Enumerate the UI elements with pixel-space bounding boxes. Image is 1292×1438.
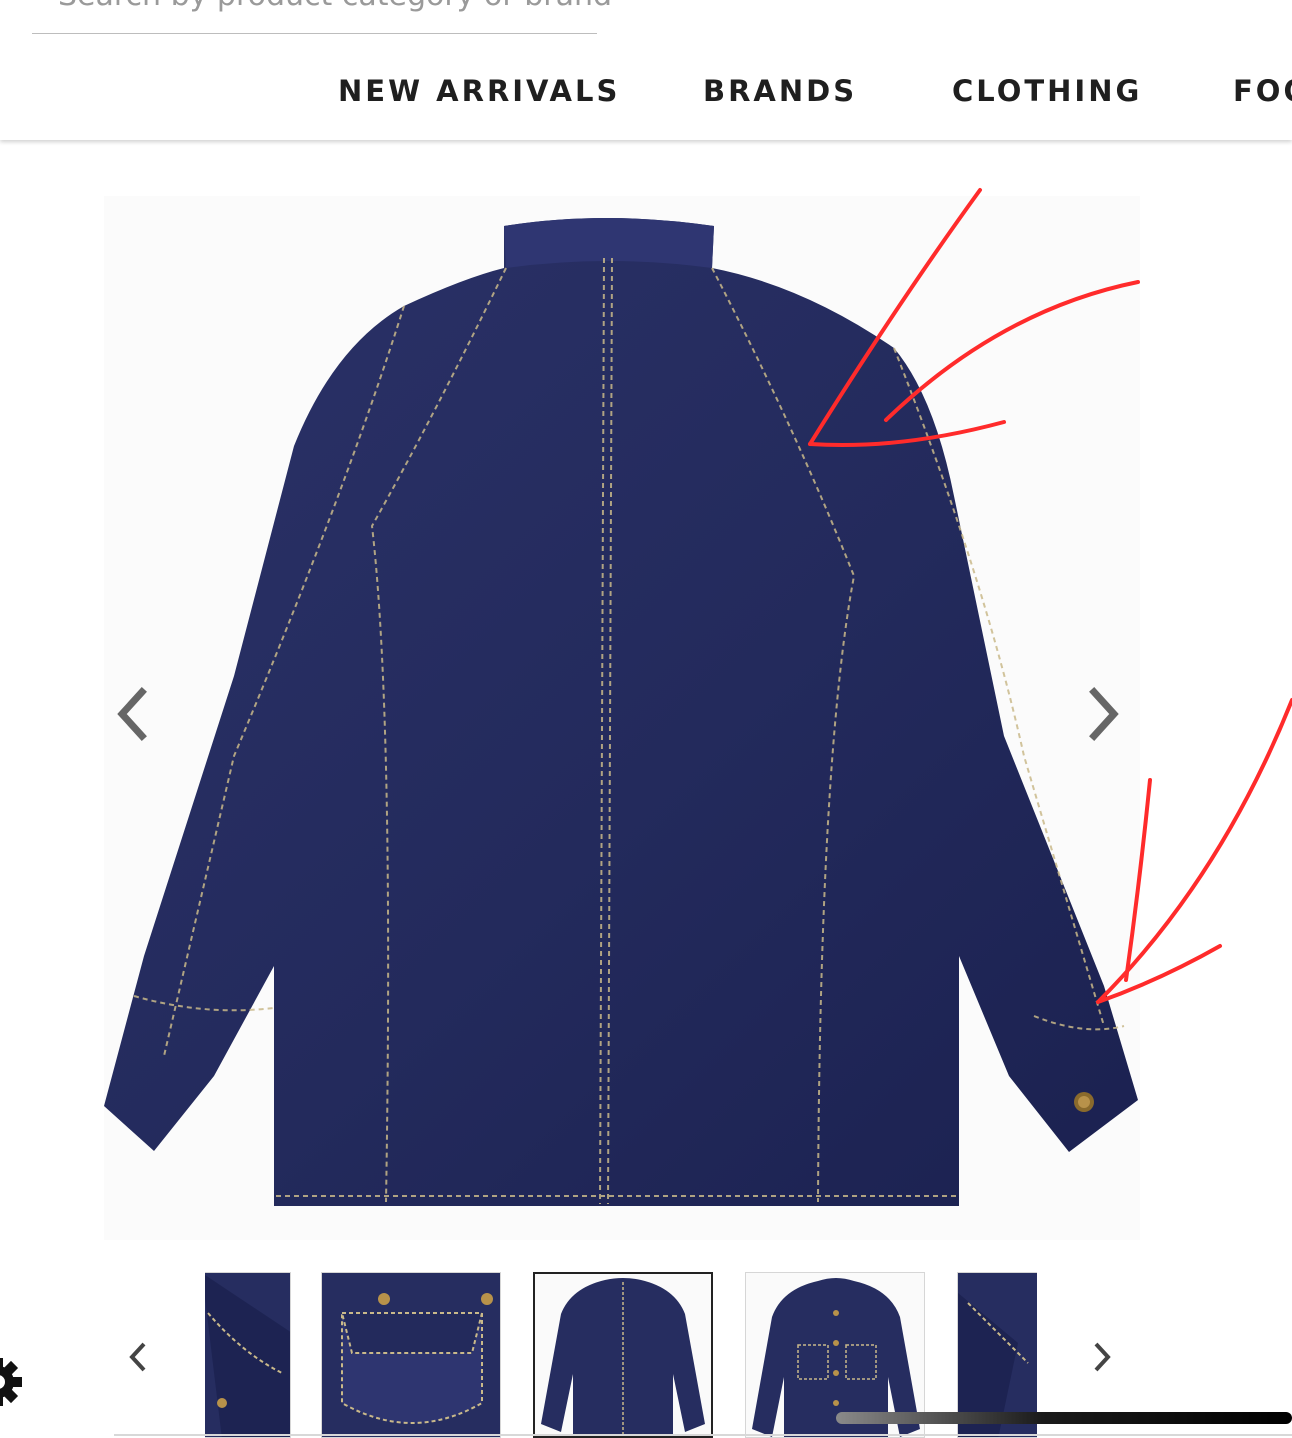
thumbnail-image bbox=[205, 1273, 290, 1437]
gear-icon[interactable] bbox=[0, 1352, 24, 1412]
thumbnail-next-button[interactable] bbox=[1072, 1322, 1132, 1392]
main-product-image[interactable] bbox=[104, 196, 1140, 1240]
nav-footwear[interactable]: FOO bbox=[1233, 74, 1292, 114]
denim-jacket-back-image bbox=[104, 218, 1138, 1206]
search-input[interactable]: Search by product category or brand bbox=[58, 0, 612, 13]
thumbnail-prev-button[interactable] bbox=[108, 1322, 168, 1392]
site-header: Search by product category or brand NEW … bbox=[0, 0, 1292, 140]
thumbnail-sleeve-detail[interactable] bbox=[205, 1272, 291, 1438]
gallery-next-button[interactable] bbox=[1074, 674, 1134, 754]
thumbnail-pocket-detail[interactable] bbox=[321, 1272, 501, 1438]
nav-clothing[interactable]: CLOTHING bbox=[952, 74, 1142, 114]
thumbnail-back-view[interactable] bbox=[533, 1272, 713, 1438]
chevron-left-icon bbox=[117, 687, 147, 741]
chevron-right-icon bbox=[1089, 687, 1119, 741]
gallery-prev-button[interactable] bbox=[102, 674, 162, 754]
thumbnail-image bbox=[535, 1274, 711, 1436]
nav-brands[interactable]: BRANDS bbox=[703, 74, 857, 114]
horizontal-scrollbar[interactable] bbox=[836, 1412, 1292, 1424]
chevron-left-icon bbox=[129, 1342, 146, 1372]
search-underline bbox=[32, 33, 597, 34]
content-divider bbox=[114, 1434, 1292, 1436]
chevron-right-icon bbox=[1094, 1342, 1111, 1372]
nav-new-arrivals[interactable]: NEW ARRIVALS bbox=[338, 74, 620, 114]
thumbnail-image bbox=[322, 1273, 500, 1437]
